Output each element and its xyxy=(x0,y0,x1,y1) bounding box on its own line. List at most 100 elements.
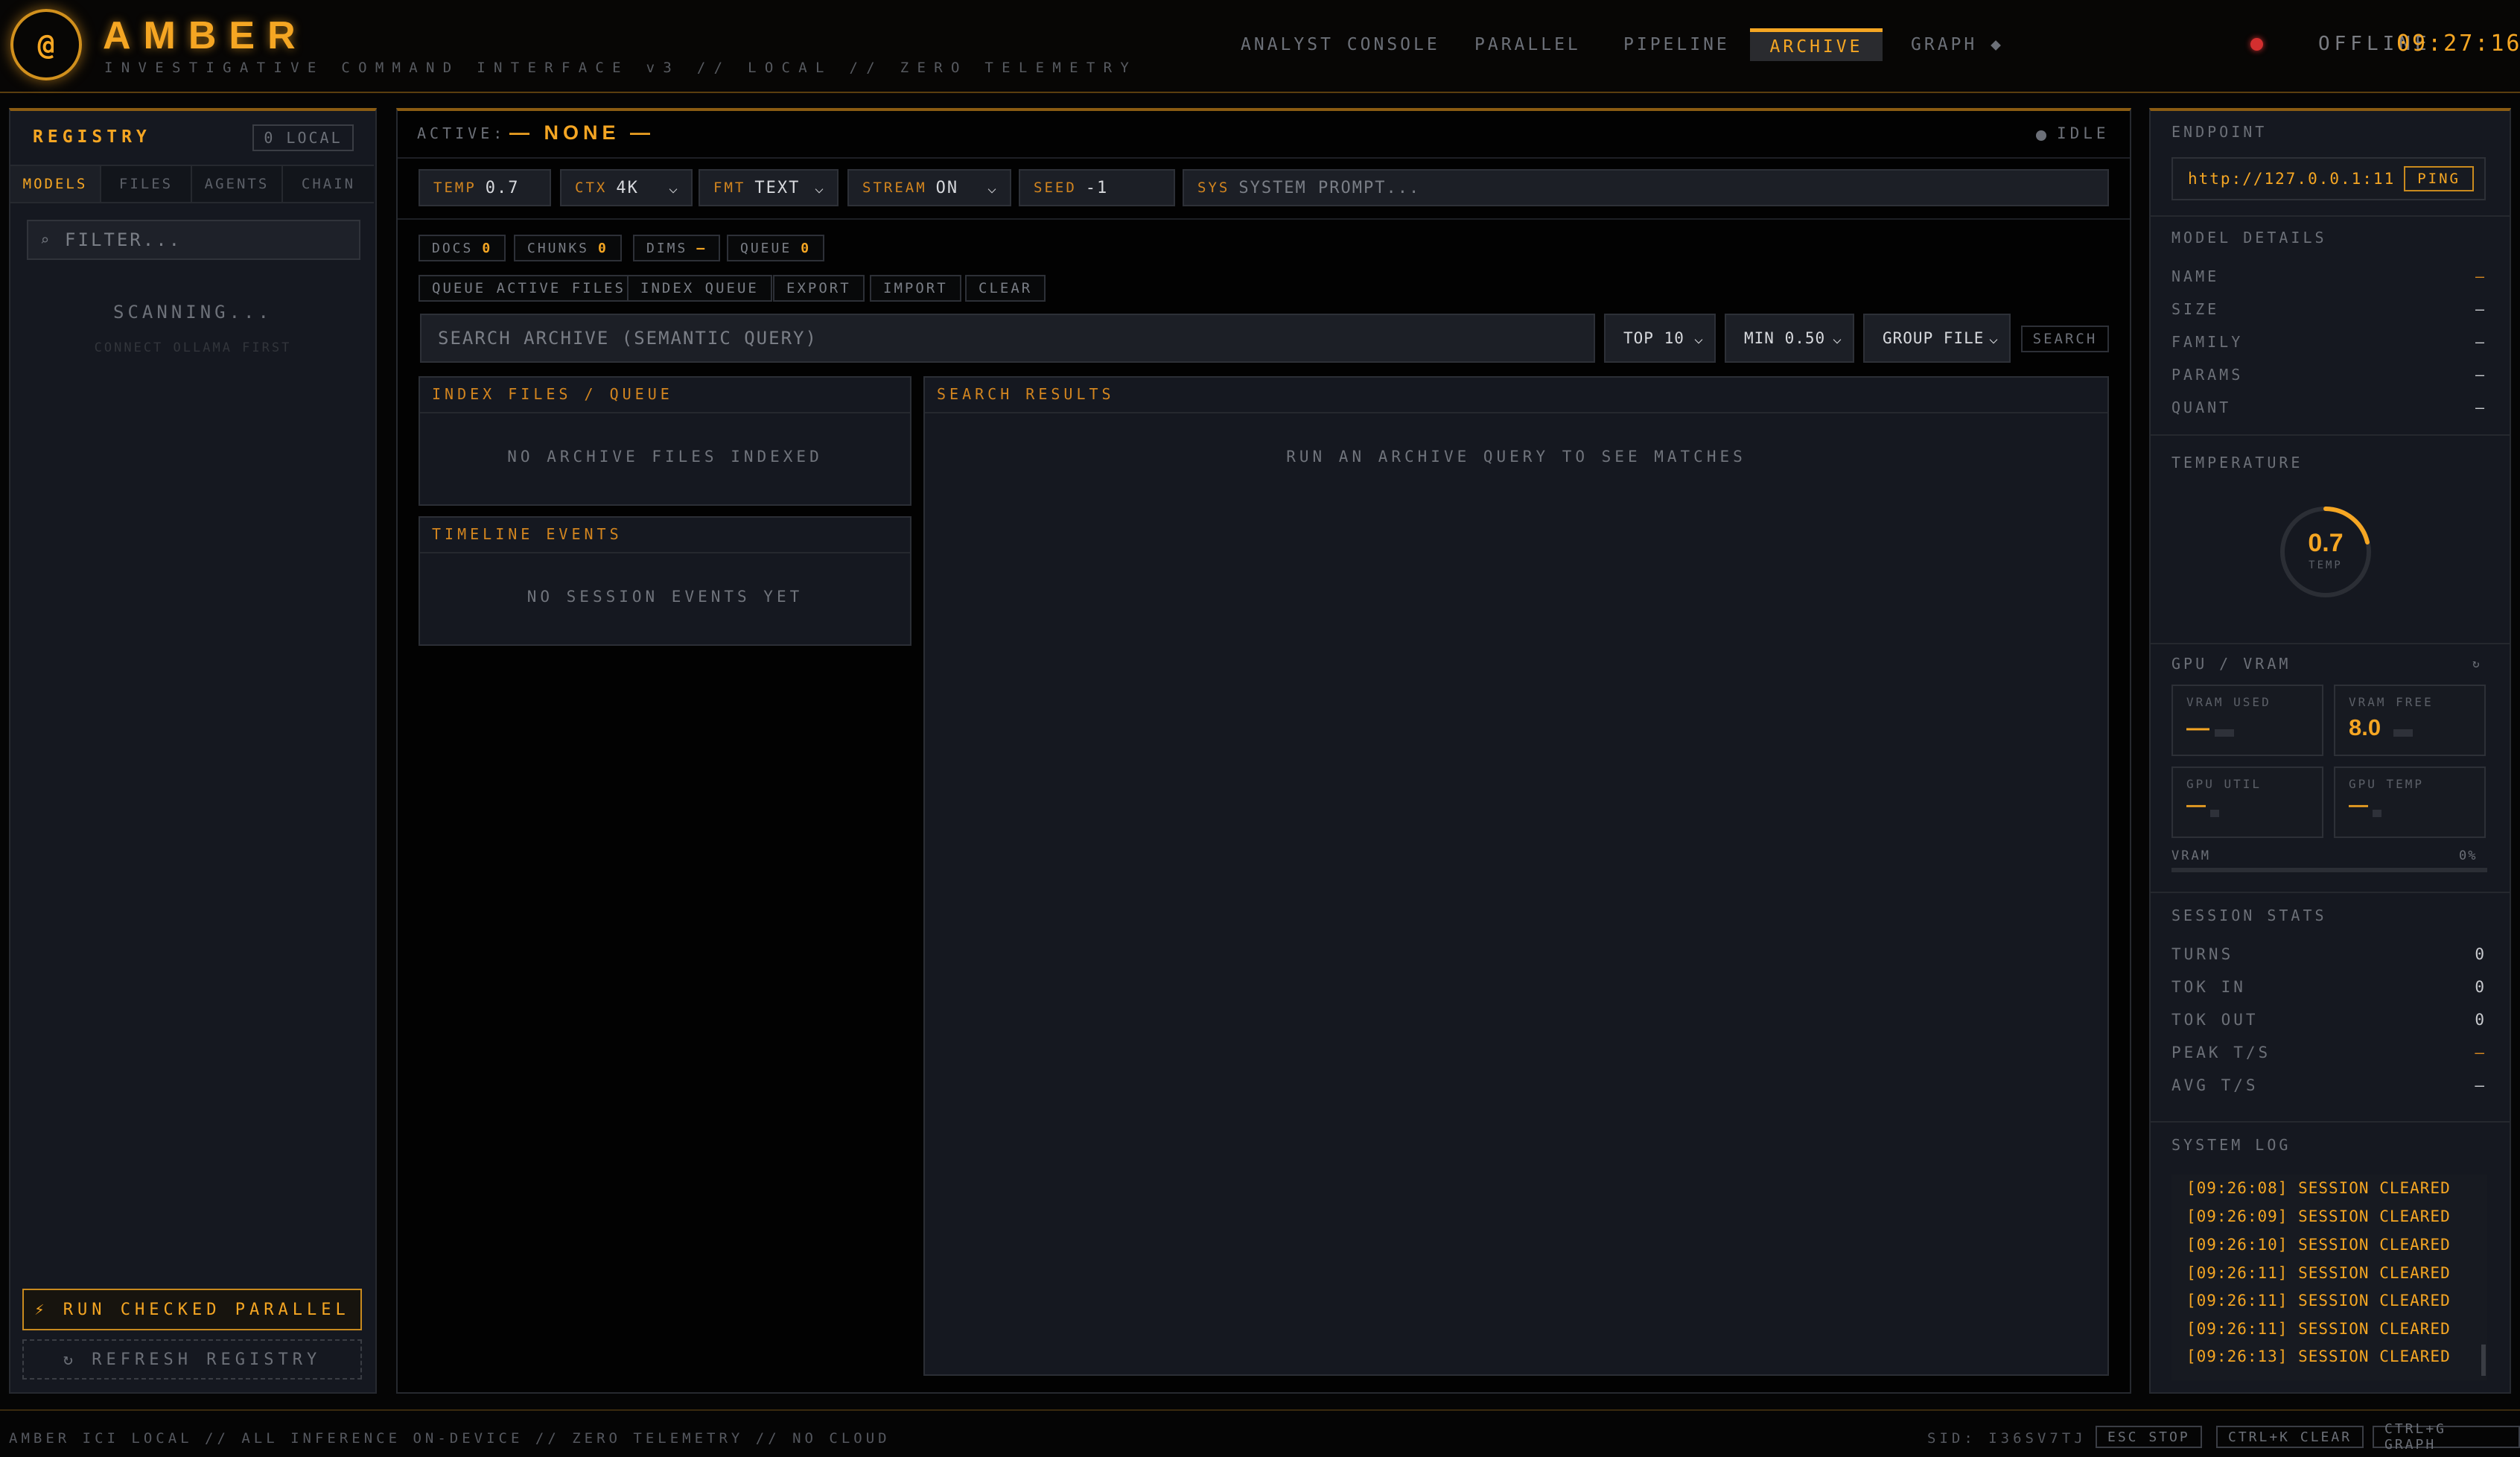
temperature-label: TEMPERATURE xyxy=(2171,454,2303,472)
app-logo: @ xyxy=(10,9,82,80)
chunks-stat: CHUNKS 0 xyxy=(514,235,622,261)
sparkline-icon xyxy=(2393,729,2413,737)
offline-status-dot-icon xyxy=(2250,38,2263,51)
shortcut-ctrl-k-clear[interactable]: CTRL+K CLEAR xyxy=(2216,1426,2364,1448)
dims-label: DIMS xyxy=(646,240,688,256)
run-checked-parallel-button[interactable]: ⚡ RUN CHECKED PARALLEL xyxy=(22,1289,362,1330)
session-key: TOK OUT xyxy=(2171,1011,2259,1029)
docs-count: 0 xyxy=(482,240,493,256)
chevron-down-icon: ⌵ xyxy=(814,179,825,197)
gpu-temp-label: GPU TEMP xyxy=(2349,777,2425,791)
chevron-down-icon: ⌵ xyxy=(1693,329,1704,347)
session-value: — xyxy=(2475,1044,2487,1061)
sparkline-icon xyxy=(2210,810,2219,817)
detail-key: SIZE xyxy=(2171,300,2220,318)
nav-tab-pipeline[interactable]: PIPELINE xyxy=(1601,28,1752,61)
session-key: TURNS xyxy=(2171,945,2234,963)
ctx-select[interactable]: CTX 4K ⌵ xyxy=(560,169,693,206)
temp-param[interactable]: TEMP 0.7 xyxy=(419,169,551,206)
shortcut-esc-stop[interactable]: ESC STOP xyxy=(2096,1426,2202,1448)
system-prompt-placeholder: SYSTEM PROMPT... xyxy=(1238,178,1421,197)
tab-chain[interactable]: CHAIN xyxy=(283,165,374,203)
gpu-vram-label: GPU / VRAM xyxy=(2171,655,2291,673)
chevron-down-icon: ⌵ xyxy=(987,179,998,197)
dims-value: — xyxy=(696,240,707,256)
divider xyxy=(398,218,2130,220)
detail-row-quant: QUANT — xyxy=(2171,399,2487,416)
system-prompt-input[interactable]: SYS SYSTEM PROMPT... xyxy=(1183,169,2109,206)
divider xyxy=(2151,434,2510,436)
temp-value: 0.7 xyxy=(485,178,520,197)
detail-value: — xyxy=(2475,399,2487,416)
system-log[interactable]: [09:26:08] SESSION CLEARED [09:26:09] SE… xyxy=(2171,1175,2487,1380)
footer-status-text: AMBER ICI LOCAL // ALL INFERENCE ON-DEVI… xyxy=(9,1430,891,1447)
dims-stat: DIMS — xyxy=(633,235,721,261)
top-k-select[interactable]: TOP 10 ⌵ xyxy=(1604,314,1716,363)
queue-count: 0 xyxy=(801,240,812,256)
nav-tab-archive[interactable]: ARCHIVE xyxy=(1750,28,1883,61)
ping-button[interactable]: PING xyxy=(2404,166,2474,191)
fmt-select[interactable]: FMT TEXT ⌵ xyxy=(699,169,839,206)
detail-value: — xyxy=(2475,300,2487,318)
queue-active-files-button[interactable]: QUEUE ACTIVE FILES xyxy=(419,275,639,302)
nav-tab-analyst-console[interactable]: ANALYST CONSOLE xyxy=(1218,28,1463,61)
session-row-turns: TURNS 0 xyxy=(2171,945,2487,963)
session-value: — xyxy=(2475,1076,2487,1094)
tab-files[interactable]: FILES xyxy=(101,165,192,203)
temp-key: TEMP xyxy=(433,180,477,196)
ctx-key: CTX xyxy=(575,180,608,196)
tab-agents[interactable]: AGENTS xyxy=(192,165,283,203)
session-id: SID: I36SV7TJ xyxy=(1927,1430,2087,1447)
gauge-unit: TEMP xyxy=(2309,559,2343,571)
archive-search-input[interactable]: SEARCH ARCHIVE (SEMANTIC QUERY) xyxy=(420,314,1595,363)
refresh-registry-button[interactable]: ↻ REFRESH REGISTRY xyxy=(22,1339,362,1380)
export-button[interactable]: EXPORT xyxy=(773,275,865,302)
filter-input[interactable]: ⌕ FILTER... xyxy=(27,220,360,260)
seed-input[interactable]: SEED -1 xyxy=(1019,169,1175,206)
min-score-value: MIN 0.50 xyxy=(1744,329,1826,347)
session-value: 0 xyxy=(2475,945,2487,963)
detail-row-family: FAMILY — xyxy=(2171,333,2487,351)
clear-button[interactable]: CLEAR xyxy=(965,275,1046,302)
vram-bar-percent: 0% xyxy=(2459,848,2478,863)
temperature-gauge[interactable]: 0.7 TEMP xyxy=(2277,504,2374,600)
log-scrollbar[interactable] xyxy=(2481,1345,2486,1376)
import-button[interactable]: IMPORT xyxy=(870,275,961,302)
log-line: [09:26:11] SESSION CLEARED xyxy=(2186,1320,2451,1338)
vram-free-value: 8.0 xyxy=(2349,714,2381,740)
search-results-box: SEARCH RESULTS RUN AN ARCHIVE QUERY TO S… xyxy=(923,376,2109,1376)
index-queue-button[interactable]: INDEX QUEUE xyxy=(627,275,772,302)
group-by-value: GROUP FILE xyxy=(1883,329,1985,347)
group-by-select[interactable]: GROUP FILE ⌵ xyxy=(1863,314,2011,363)
seed-value: -1 xyxy=(1085,178,1109,197)
shortcut-ctrl-g-graph[interactable]: CTRL+G GRAPH xyxy=(2373,1421,2520,1453)
divider xyxy=(420,552,910,553)
endpoint-input[interactable]: http://127.0.0.1:11 PING xyxy=(2171,157,2486,200)
nav-tab-graph[interactable]: GRAPH ◆ xyxy=(1889,28,2026,61)
stream-key: STREAM xyxy=(862,180,927,196)
detail-value: — xyxy=(2475,366,2487,384)
stream-select[interactable]: STREAM ON ⌵ xyxy=(847,169,1011,206)
vram-bar-label: VRAM xyxy=(2171,848,2211,863)
model-details-label: MODEL DETAILS xyxy=(2171,229,2327,247)
refresh-gpu-icon[interactable]: ↻ xyxy=(2472,656,2480,670)
session-row-tok-in: TOK IN 0 xyxy=(2171,978,2487,996)
tab-models[interactable]: MODELS xyxy=(10,165,101,203)
gpu-temp-card: GPU TEMP — xyxy=(2334,766,2486,838)
endpoint-label: ENDPOINT xyxy=(2171,123,2268,141)
active-model-label: ACTIVE: xyxy=(417,124,506,142)
active-model-value: — NONE — xyxy=(509,121,655,144)
docs-stat: DOCS 0 xyxy=(419,235,506,261)
inspector-panel: ENDPOINT http://127.0.0.1:11 PING MODEL … xyxy=(2149,108,2511,1394)
endpoint-value: http://127.0.0.1:11 xyxy=(2188,170,2396,188)
nav-tab-parallel[interactable]: PARALLEL xyxy=(1452,28,1603,61)
log-line: [09:26:13] SESSION CLEARED xyxy=(2186,1348,2451,1365)
local-count-badge: 0 LOCAL xyxy=(252,124,354,151)
min-score-select[interactable]: MIN 0.50 ⌵ xyxy=(1725,314,1854,363)
detail-key: NAME xyxy=(2171,267,2220,285)
session-key: AVG T/S xyxy=(2171,1076,2259,1094)
registry-title: REGISTRY xyxy=(33,127,151,147)
session-row-avg: AVG T/S — xyxy=(2171,1076,2487,1094)
search-button[interactable]: SEARCH xyxy=(2021,326,2109,352)
log-line: [09:26:11] SESSION CLEARED xyxy=(2186,1292,2451,1310)
